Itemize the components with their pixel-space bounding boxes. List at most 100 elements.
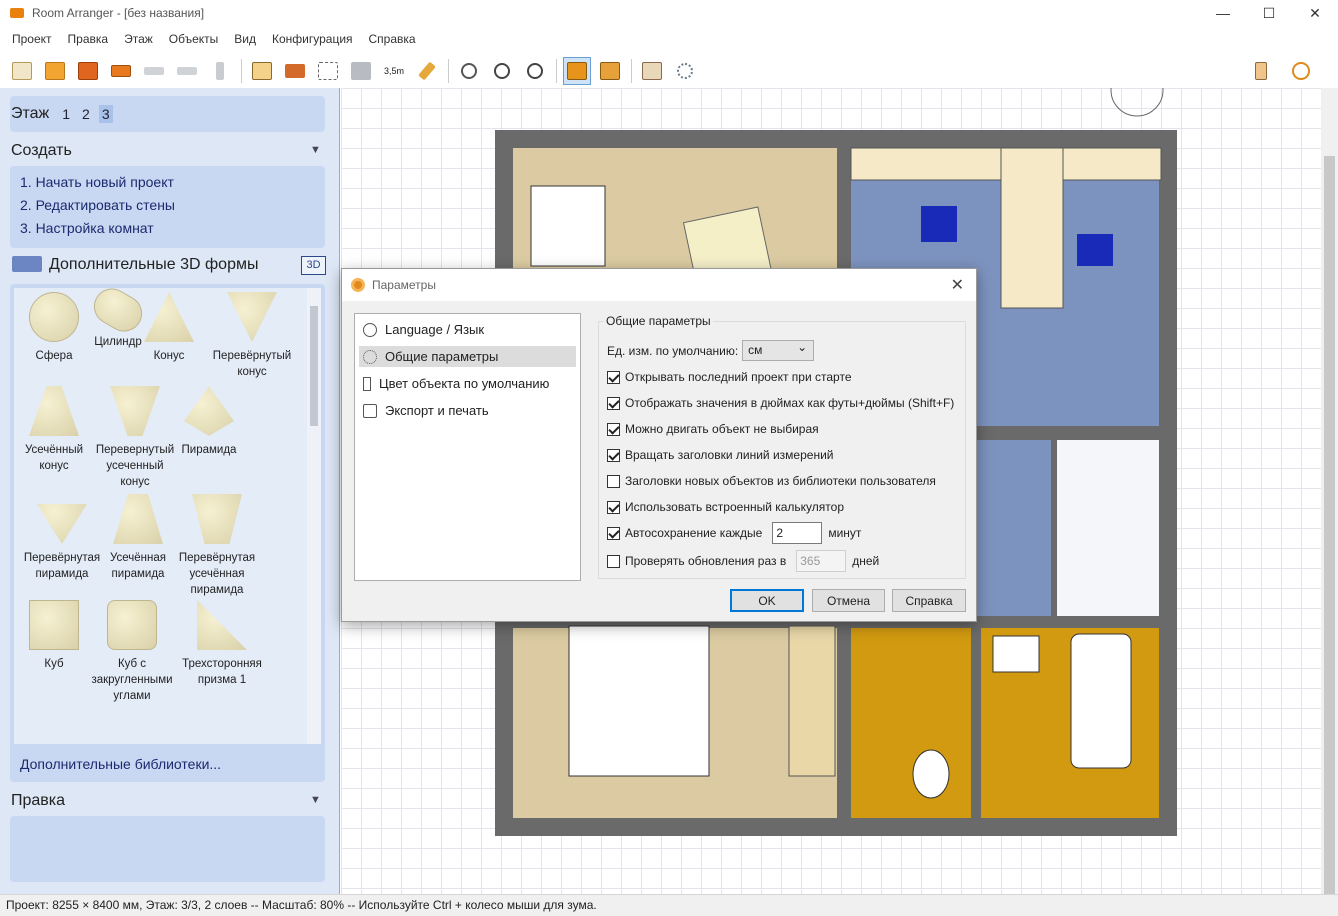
object-mode-button[interactable] [563, 57, 591, 85]
nav-language[interactable]: Language / Язык [359, 319, 576, 340]
option-user-library-titles[interactable]: Заголовки новых объектов из библиотеки п… [607, 474, 936, 488]
shape-inverted-truncated-pyramid[interactable]: Перевёрнутая усечённая пирамида [174, 494, 260, 598]
floorplan-button[interactable] [248, 57, 276, 85]
3d-objects-icon [351, 62, 371, 80]
library-button[interactable] [596, 57, 624, 85]
shape-inverted-pyramid[interactable]: Перевёрнутая пирамида [14, 494, 110, 582]
nav-object-color[interactable]: Цвет объекта по умолчанию [359, 373, 576, 394]
menu-view[interactable]: Вид [226, 30, 264, 50]
option-move-unselected[interactable]: Можно двигать объект не выбирая [607, 422, 819, 436]
shape-triangular-prism[interactable]: Трехсторонняя призма 1 [174, 600, 270, 688]
zoom-out-button[interactable] [521, 57, 549, 85]
menu-floor[interactable]: Этаж [116, 30, 161, 50]
shape-truncated-cone[interactable]: Усечённый конус [14, 386, 94, 474]
shape-truncated-pyramid[interactable]: Усечённая пирамида [98, 494, 178, 582]
nav-general[interactable]: Общие параметры [359, 346, 576, 367]
shape-pyramid[interactable]: Пирамида [174, 386, 244, 458]
room-bathroom [851, 628, 971, 818]
menu-help[interactable]: Справка [361, 30, 424, 50]
3d-objects-button[interactable] [347, 57, 375, 85]
create-item-room-setup[interactable]: 3. Настройка комнат [20, 220, 325, 243]
create-item-new-project[interactable]: 1. Начать новый проект [20, 174, 325, 197]
bed[interactable] [568, 625, 710, 777]
shape-rounded-cube[interactable]: Куб с закругленными углами [90, 600, 174, 704]
canvas-scrollbar[interactable] [1321, 88, 1338, 896]
brush-button[interactable] [206, 57, 234, 85]
autosave-input[interactable]: 2 [772, 522, 823, 544]
floor-3[interactable]: 3 [98, 105, 113, 123]
new-project-button[interactable] [8, 57, 36, 85]
help-button[interactable]: Справка [892, 589, 966, 612]
cancel-button[interactable]: Отмена [812, 589, 885, 612]
zoom-in-button[interactable] [488, 57, 516, 85]
minimize-button[interactable]: — [1200, 0, 1246, 26]
menu-project[interactable]: Проект [4, 30, 60, 50]
checkbox-check-updates[interactable] [607, 554, 620, 568]
office-desk-center[interactable] [1000, 147, 1064, 309]
office-chair-left[interactable] [921, 206, 957, 242]
edit-collapse-icon[interactable]: ▼ [310, 794, 321, 806]
wardrobe[interactable] [788, 625, 836, 777]
redo-button[interactable] [173, 57, 201, 85]
option-feet-inches[interactable]: Отображать значения в дюймах как футы+дю… [607, 396, 954, 410]
option-calculator[interactable]: Использовать встроенный калькулятор [607, 500, 844, 514]
create-collapse-icon[interactable]: ▼ [310, 144, 321, 156]
globe-icon [363, 322, 377, 337]
update-days-input[interactable]: 365 [796, 550, 847, 572]
pencil-button[interactable] [413, 57, 441, 85]
checkbox-move-unselected[interactable] [607, 422, 620, 436]
floor-2[interactable]: 2 [79, 105, 93, 123]
shapes-section-title[interactable]: Дополнительные 3D формы [49, 256, 258, 274]
checkbox-calculator[interactable] [607, 500, 620, 514]
bathtub[interactable] [1070, 633, 1132, 769]
unit-select[interactable]: см [742, 340, 815, 361]
checkbox-autosave[interactable] [607, 526, 620, 540]
shapes-scrollbar[interactable] [307, 288, 321, 744]
shape-cone[interactable]: Конус [134, 292, 204, 364]
undo-icon [144, 67, 164, 75]
checkbox-feet-inches[interactable] [607, 396, 620, 410]
select-button[interactable] [314, 57, 342, 85]
info-button[interactable] [1287, 57, 1315, 85]
print-icon [111, 65, 131, 77]
shape-inverted-cone[interactable]: Перевёрнутый конус [204, 292, 300, 380]
maximize-button[interactable]: ☐ [1246, 0, 1292, 26]
edit-section-title[interactable]: Правка [11, 792, 65, 810]
toilet[interactable] [912, 749, 950, 799]
close-button[interactable]: ✕ [1292, 0, 1338, 26]
print-button[interactable] [107, 57, 135, 85]
dialog-close-button[interactable]: ✕ [951, 275, 964, 295]
zoom-fit-button[interactable] [455, 57, 483, 85]
house-3d-button[interactable] [638, 57, 666, 85]
office-chair-right[interactable] [1077, 234, 1113, 266]
create-section-title[interactable]: Создать [11, 142, 72, 160]
ok-button[interactable]: OK [730, 589, 804, 612]
option-open-last[interactable]: Открывать последний проект при старте [607, 370, 852, 384]
shape-cube[interactable]: Куб [14, 600, 94, 672]
checkbox-user-library-titles[interactable] [607, 474, 620, 488]
open-button[interactable] [41, 57, 69, 85]
hand-button[interactable] [1247, 57, 1275, 85]
nav-export-print[interactable]: Экспорт и печать [359, 400, 576, 421]
checkbox-rotate-labels[interactable] [607, 448, 620, 462]
sink[interactable] [992, 635, 1040, 673]
floor-1[interactable]: 1 [59, 105, 73, 123]
option-autosave: Автосохранение каждые 2 минут [607, 522, 861, 544]
checkbox-open-last[interactable] [607, 370, 620, 384]
wall-button[interactable] [281, 57, 309, 85]
shape-inverted-truncated-cone[interactable]: Перевернутый усеченный конус [92, 386, 178, 490]
menu-objects[interactable]: Объекты [161, 30, 227, 50]
armchair[interactable] [530, 185, 606, 267]
option-rotate-labels[interactable]: Вращать заголовки линий измерений [607, 448, 833, 462]
menu-configuration[interactable]: Конфигурация [264, 30, 361, 50]
measure-button[interactable]: 3,5m [380, 57, 408, 85]
select-icon [318, 62, 338, 80]
create-item-edit-walls[interactable]: 2. Редактировать стены [20, 197, 325, 220]
home-icon[interactable] [12, 256, 42, 272]
menu-edit[interactable]: Правка [60, 30, 117, 50]
settings-burst-button[interactable] [671, 57, 699, 85]
undo-button[interactable] [140, 57, 168, 85]
3d-badge[interactable]: 3D [301, 256, 326, 275]
more-libraries-link[interactable]: Дополнительные библиотеки... [20, 756, 221, 772]
save-button[interactable] [74, 57, 102, 85]
